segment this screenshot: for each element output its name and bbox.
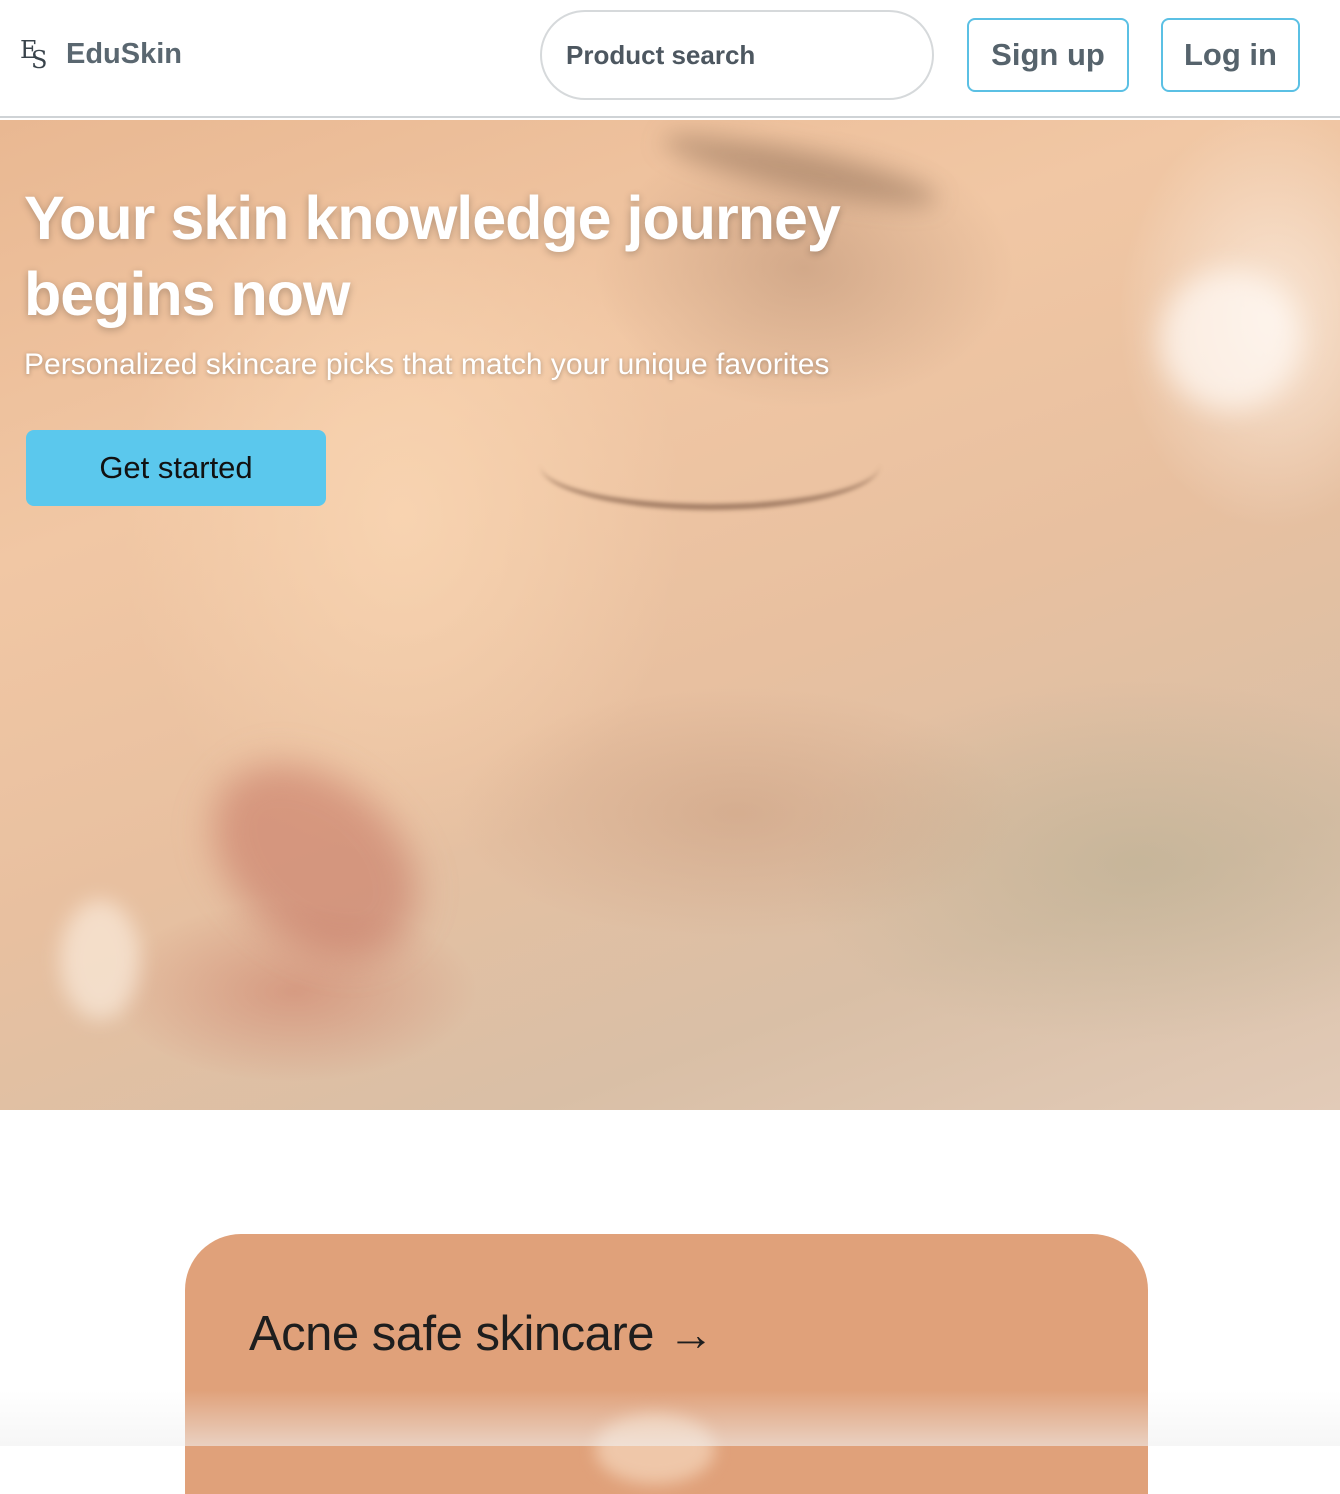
acne-safe-skincare-card[interactable]: Acne safe skincare → xyxy=(185,1234,1148,1494)
hero-title: Your skin knowledge journey begins now xyxy=(24,184,841,328)
card-title: Acne safe skincare xyxy=(249,1307,655,1361)
hero-image-decoration xyxy=(540,420,880,510)
hero-banner: Your skin knowledge journey begins now P… xyxy=(0,120,1340,1110)
brand-logo-link[interactable]: E S EduSkin xyxy=(20,34,182,74)
get-started-button[interactable]: Get started xyxy=(26,430,326,506)
search-input[interactable] xyxy=(566,35,916,75)
hero-subtitle: Personalized skincare picks that match y… xyxy=(24,348,830,381)
product-search-box xyxy=(540,10,934,100)
hero-image-decoration xyxy=(175,724,455,996)
hero-image-decoration xyxy=(60,900,140,1020)
hero-image-decoration xyxy=(1160,270,1300,410)
acne-safe-skincare-link[interactable]: Acne safe skincare → xyxy=(249,1306,714,1362)
card-image-decoration xyxy=(595,1414,715,1484)
sign-up-button[interactable]: Sign up xyxy=(967,18,1129,92)
site-header: E S EduSkin Sign up Log in xyxy=(0,0,1340,118)
brand-name: EduSkin xyxy=(66,37,183,70)
arrow-right-icon: → xyxy=(668,1308,714,1360)
brand-logo-icon: E S xyxy=(20,36,48,74)
log-in-button[interactable]: Log in xyxy=(1161,18,1300,92)
